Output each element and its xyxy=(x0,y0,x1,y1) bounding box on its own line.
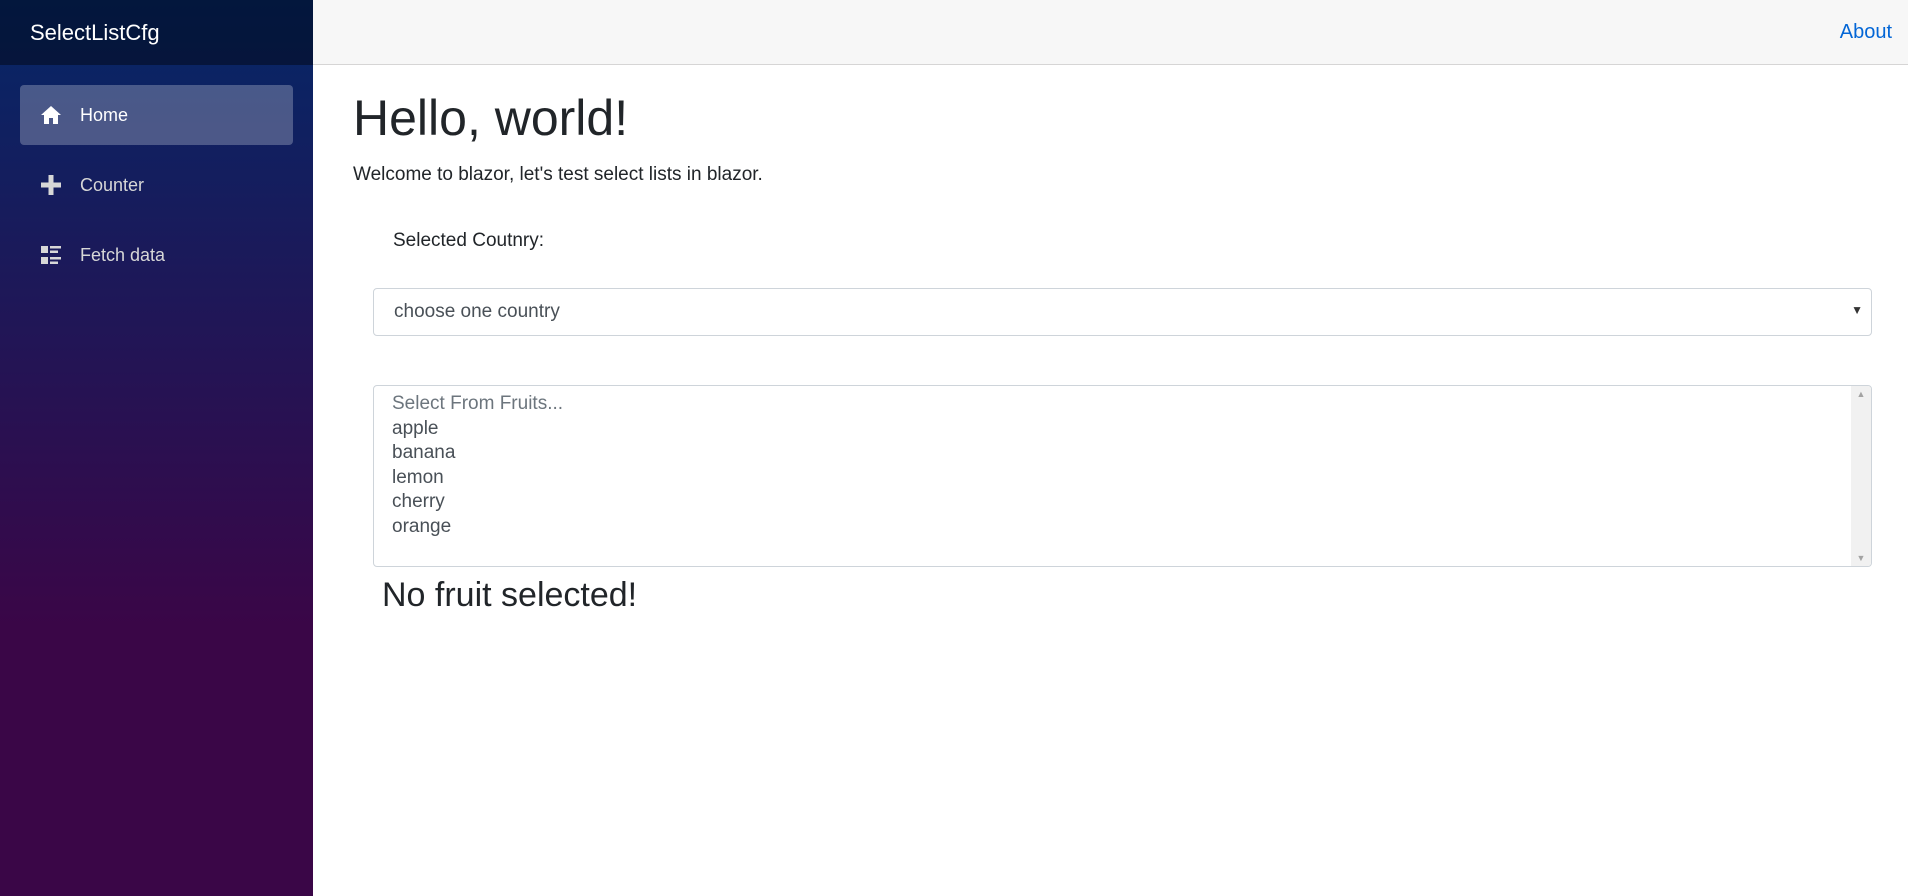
fruit-status-text: No fruit selected! xyxy=(382,576,638,614)
sidebar-item-counter[interactable]: Counter xyxy=(20,155,293,215)
list-option[interactable]: Select From Fruits... xyxy=(392,392,563,417)
list-option[interactable]: banana xyxy=(392,441,563,466)
sidebar-item-fetch-data[interactable]: Fetch data xyxy=(20,225,293,285)
list-option[interactable]: cherry xyxy=(392,490,563,515)
list-option[interactable]: orange xyxy=(392,515,563,540)
app-brand-link[interactable]: SelectListCfg xyxy=(30,20,160,46)
scroll-down-icon[interactable]: ▼ xyxy=(1851,553,1871,563)
listbox-scrollbar[interactable]: ▲ ▼ xyxy=(1851,386,1871,566)
fruit-options: Select From Fruits... apple banana lemon… xyxy=(392,392,563,539)
list-option[interactable]: apple xyxy=(392,417,563,442)
home-icon xyxy=(40,104,62,126)
page-title: Hello, world! xyxy=(353,90,629,146)
sidebar-nav: Home Counter Fetch data xyxy=(0,65,313,285)
main-content: Hello, world! Welcome to blazor, let's t… xyxy=(353,88,1872,614)
sidebar-item-label: Fetch data xyxy=(80,244,166,265)
sidebar-item-home[interactable]: Home xyxy=(20,85,293,145)
selected-country-label: Selected Coutnry: xyxy=(393,230,545,251)
about-link[interactable]: About xyxy=(1840,21,1892,44)
plus-icon xyxy=(40,174,62,196)
top-row: About xyxy=(313,0,1908,65)
sidebar-item-label: Counter xyxy=(80,174,145,195)
country-select[interactable]: choose one country ▼ xyxy=(373,288,1872,336)
scroll-up-icon[interactable]: ▲ xyxy=(1851,389,1871,399)
brand-bar: SelectListCfg xyxy=(0,0,313,65)
list-option[interactable]: lemon xyxy=(392,466,563,491)
sidebar: SelectListCfg Home Counter Fetch data xyxy=(0,0,313,896)
list-rich-icon xyxy=(40,244,62,266)
sidebar-item-label: Home xyxy=(80,104,129,125)
intro-text: Welcome to blazor, let's test select lis… xyxy=(353,164,763,185)
country-select-value: choose one country xyxy=(394,301,560,322)
chevron-down-icon: ▼ xyxy=(1851,303,1863,317)
fruit-listbox[interactable]: Select From Fruits... apple banana lemon… xyxy=(373,385,1872,567)
